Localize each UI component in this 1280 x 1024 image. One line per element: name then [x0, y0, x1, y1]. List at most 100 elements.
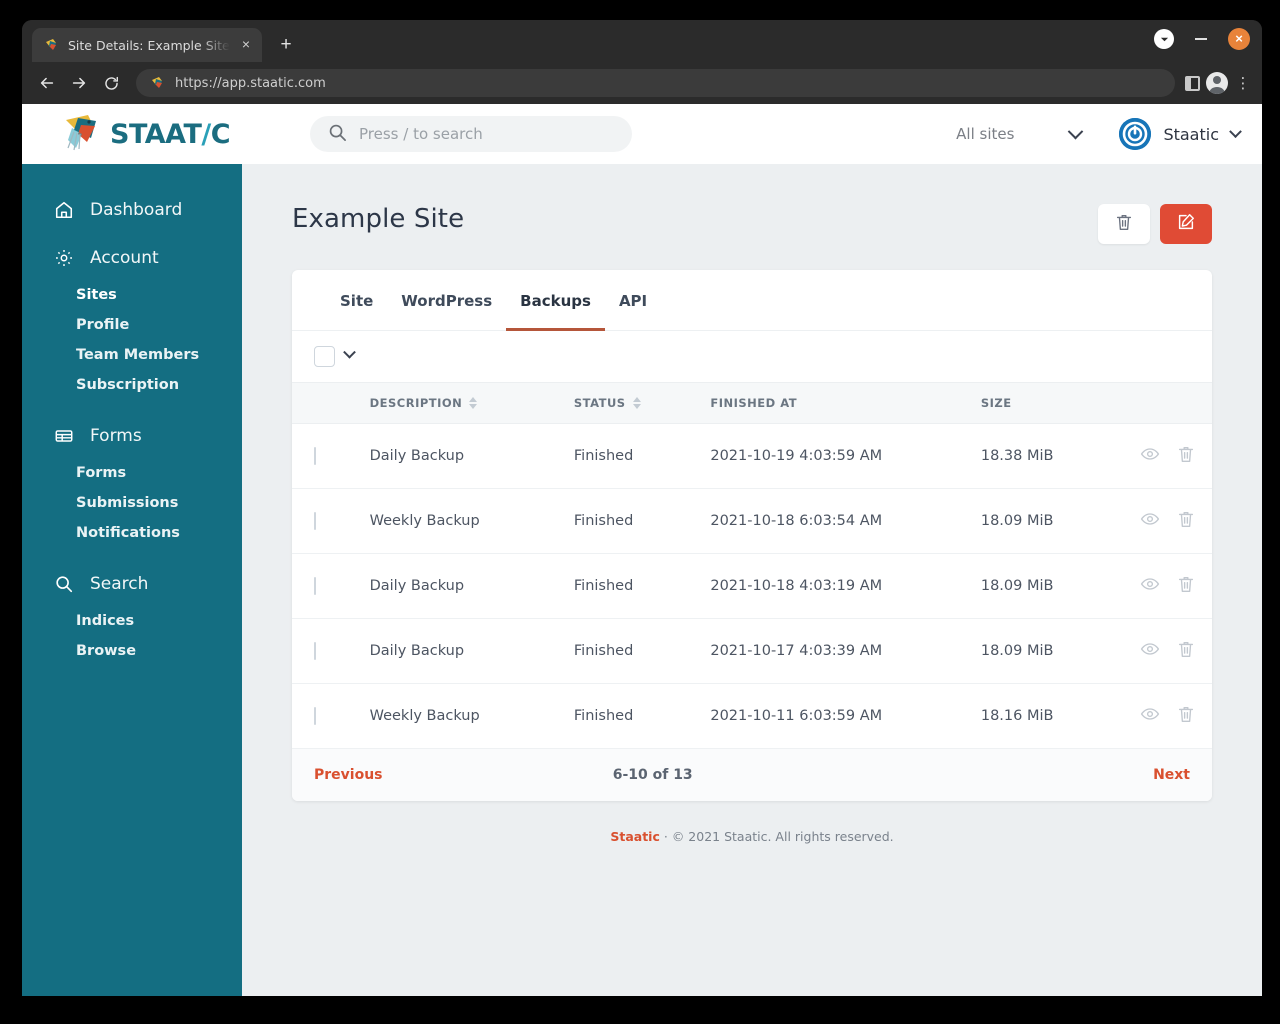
th-description[interactable]: Description	[369, 382, 574, 424]
sidebar-item-indices[interactable]: Indices	[22, 606, 242, 636]
address-bar-url: https://app.staatic.com	[175, 75, 326, 91]
delete-backup-icon[interactable]	[1176, 444, 1196, 468]
footer-brand-link[interactable]: Staatic	[610, 829, 660, 844]
global-search-input[interactable]: Press / to search	[310, 116, 632, 152]
sidebar-item-account[interactable]: Account	[22, 236, 242, 280]
header-right: All sites Staatic	[956, 104, 1242, 164]
row-size: 18.38 MiB	[980, 423, 1140, 489]
sidebar: Dashboard Account Sites Profile Team Mem…	[22, 164, 242, 996]
forward-arrow-icon[interactable]	[64, 68, 94, 98]
row-size: 18.09 MiB	[980, 488, 1140, 554]
row-checkbox[interactable]	[314, 512, 316, 530]
search-icon	[328, 123, 347, 146]
row-description: Weekly Backup	[369, 488, 574, 554]
view-backup-icon[interactable]	[1140, 639, 1160, 663]
toolbar-right-controls: ⋮	[1185, 72, 1252, 94]
sidebar-item-notifications[interactable]: Notifications	[22, 518, 242, 548]
view-backup-icon[interactable]	[1140, 444, 1160, 468]
browser-window: Site Details: Example Site | Sta × + ×	[22, 20, 1262, 996]
row-checkbox[interactable]	[314, 642, 316, 660]
pagination-range: 6-10 of 13	[612, 767, 693, 783]
row-select-cell	[292, 423, 370, 489]
sidebar-item-subscription[interactable]: Subscription	[22, 370, 242, 400]
row-checkbox[interactable]	[314, 447, 316, 465]
browser-menu-icon[interactable]: ⋮	[1234, 76, 1252, 91]
tab-site[interactable]: Site	[326, 270, 387, 331]
window-minimize-button[interactable]	[1191, 29, 1211, 49]
row-select-cell	[292, 618, 370, 684]
page-header: Example Site	[292, 204, 1212, 244]
delete-backup-icon[interactable]	[1176, 509, 1196, 533]
sidebar-item-profile[interactable]: Profile	[22, 310, 242, 340]
table-row[interactable]: Daily Backup Finished 2021-10-17 4:03:39…	[292, 618, 1212, 684]
row-select-cell	[292, 683, 370, 749]
browser-tab[interactable]: Site Details: Example Site | Sta ×	[32, 28, 262, 62]
edit-site-button[interactable]	[1160, 204, 1212, 244]
view-backup-icon[interactable]	[1140, 509, 1160, 533]
hummingbird-logo-icon	[62, 112, 108, 156]
sidebar-item-browse[interactable]: Browse	[22, 636, 242, 666]
new-tab-button[interactable]: +	[272, 31, 300, 59]
row-status: Finished	[573, 683, 711, 749]
window-close-button[interactable]: ×	[1228, 28, 1250, 50]
sidebar-item-submissions[interactable]: Submissions	[22, 488, 242, 518]
staatic-logo[interactable]: STAAT/C	[62, 112, 292, 156]
row-checkbox[interactable]	[314, 577, 316, 595]
main-content: Example Site Site WordPress Backups API …	[242, 164, 1262, 996]
th-status[interactable]: Status	[573, 382, 711, 424]
reload-icon[interactable]	[96, 68, 126, 98]
row-description: Daily Backup	[369, 618, 574, 684]
view-backup-icon[interactable]	[1140, 574, 1160, 598]
staatic-logo-text: STAAT/C	[110, 118, 231, 150]
sidebar-item-team-members[interactable]: Team Members	[22, 340, 242, 370]
row-size: 18.09 MiB	[980, 618, 1140, 684]
window-menu-icon[interactable]	[1154, 29, 1174, 49]
window-controls: ×	[1154, 28, 1250, 50]
row-finished-at: 2021-10-11 6:03:59 AM	[710, 683, 981, 749]
address-bar[interactable]: https://app.staatic.com	[136, 69, 1175, 97]
row-checkbox[interactable]	[314, 707, 316, 725]
tab-api[interactable]: API	[605, 270, 661, 331]
th-select	[292, 382, 370, 424]
site-selector-dropdown[interactable]: All sites	[956, 123, 1084, 143]
profile-avatar-icon[interactable]	[1206, 72, 1228, 94]
tab-wordpress[interactable]: WordPress	[387, 270, 506, 331]
sidebar-item-search-group[interactable]: Search	[22, 562, 242, 606]
tab-backups[interactable]: Backups	[506, 270, 605, 331]
sidebar-item-forms[interactable]: Forms	[22, 458, 242, 488]
back-arrow-icon[interactable]	[32, 68, 62, 98]
tab-close-icon[interactable]: ×	[238, 37, 254, 53]
footer-copyright: © 2021 Staatic. All rights reserved.	[671, 829, 894, 844]
table-row[interactable]: Daily Backup Finished 2021-10-18 4:03:19…	[292, 553, 1212, 619]
page-viewport: STAAT/C Press / to search All sites Staa…	[22, 104, 1262, 996]
pagination: Previous 6-10 of 13 Next	[292, 749, 1212, 801]
sidebar-item-sites[interactable]: Sites	[22, 280, 242, 310]
th-description-label: Description	[369, 396, 463, 410]
chevron-down-icon	[1229, 124, 1242, 138]
delete-site-button[interactable]	[1098, 204, 1150, 244]
view-backup-icon[interactable]	[1140, 704, 1160, 728]
table-row[interactable]: Daily Backup Finished 2021-10-19 4:03:59…	[292, 423, 1212, 489]
sidebar-item-dashboard[interactable]: Dashboard	[22, 188, 242, 232]
table-row[interactable]: Weekly Backup Finished 2021-10-11 6:03:5…	[292, 683, 1212, 749]
delete-backup-icon[interactable]	[1176, 639, 1196, 663]
bulk-actions-bar	[292, 331, 1212, 382]
table-row[interactable]: Weekly Backup Finished 2021-10-18 6:03:5…	[292, 488, 1212, 554]
delete-backup-icon[interactable]	[1176, 704, 1196, 728]
delete-backup-icon[interactable]	[1176, 574, 1196, 598]
user-menu[interactable]: Staatic	[1119, 118, 1242, 150]
row-select-cell	[292, 553, 370, 619]
chevron-down-icon	[1068, 123, 1084, 139]
backups-card: Site WordPress Backups API DESCRIPTION S…	[292, 270, 1212, 801]
chevron-down-icon[interactable]	[343, 345, 356, 359]
select-all-checkbox[interactable]	[314, 346, 335, 367]
browser-tabstrip: Site Details: Example Site | Sta × + ×	[22, 20, 1262, 62]
pagination-next[interactable]: Next	[1153, 767, 1190, 783]
side-panel-icon[interactable]	[1185, 75, 1200, 91]
address-favicon-icon	[150, 75, 166, 91]
sidebar-group-forms: Forms Forms Submissions Notifications	[22, 414, 242, 548]
th-finished-at-label: Finished at	[710, 396, 798, 410]
browser-tab-title: Site Details: Example Site | Sta	[68, 37, 230, 53]
sidebar-item-forms-group[interactable]: Forms	[22, 414, 242, 458]
pagination-previous[interactable]: Previous	[314, 767, 383, 783]
